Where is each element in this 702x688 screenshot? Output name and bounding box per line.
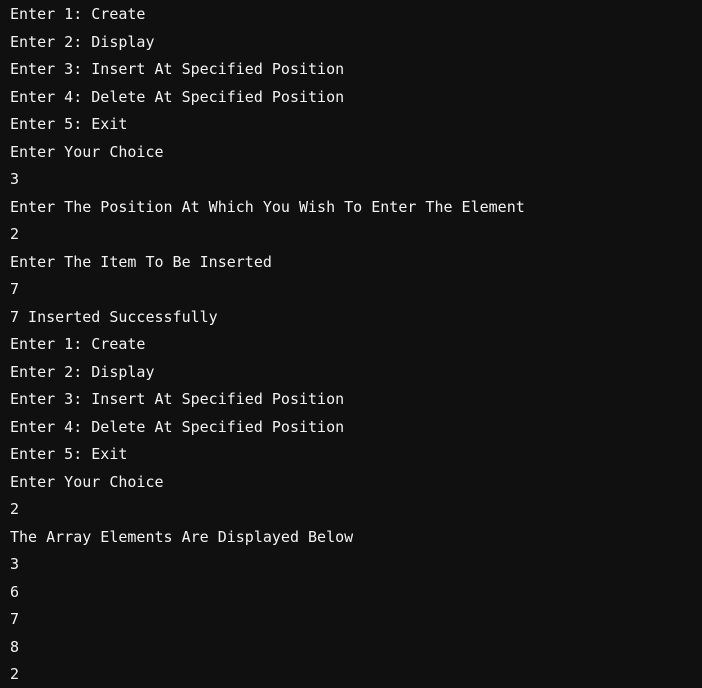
menu-option-exit: Enter 5: Exit bbox=[10, 115, 128, 133]
user-input-choice: 2 bbox=[10, 500, 20, 518]
user-input-item: 7 bbox=[10, 280, 20, 298]
menu-option-exit: Enter 5: Exit bbox=[10, 445, 128, 463]
array-element: 8 bbox=[10, 637, 20, 656]
menu-option-insert: Enter 3: Insert At Specified Position bbox=[10, 390, 345, 408]
menu-option-create: Enter 1: Create bbox=[10, 5, 146, 23]
item-prompt: Enter The Item To Be Inserted bbox=[10, 252, 272, 271]
array-element: 7 bbox=[10, 610, 20, 628]
menu-option-display: Enter 2: Display bbox=[10, 32, 155, 51]
console-output: Enter 1: Create Enter 2: Display Enter 3… bbox=[0, 0, 702, 688]
user-input-choice: 3 bbox=[10, 170, 20, 188]
insert-success-message: 7 Inserted Successfully bbox=[10, 307, 218, 326]
menu-option-create: Enter 1: Create bbox=[10, 335, 146, 353]
choice-prompt: Enter Your Choice bbox=[10, 142, 164, 161]
array-element: 6 bbox=[10, 582, 20, 601]
menu-option-delete: Enter 4: Delete At Specified Position bbox=[10, 417, 345, 436]
array-element: 3 bbox=[10, 555, 20, 573]
menu-option-insert: Enter 3: Insert At Specified Position bbox=[10, 60, 345, 78]
menu-option-display: Enter 2: Display bbox=[10, 362, 155, 381]
choice-prompt: Enter Your Choice bbox=[10, 472, 164, 491]
user-input-position: 2 bbox=[10, 225, 20, 243]
array-element: 2 bbox=[10, 665, 20, 683]
display-header: The Array Elements Are Displayed Below bbox=[10, 527, 354, 546]
menu-option-delete: Enter 4: Delete At Specified Position bbox=[10, 87, 345, 106]
position-prompt: Enter The Position At Which You Wish To … bbox=[10, 197, 525, 216]
